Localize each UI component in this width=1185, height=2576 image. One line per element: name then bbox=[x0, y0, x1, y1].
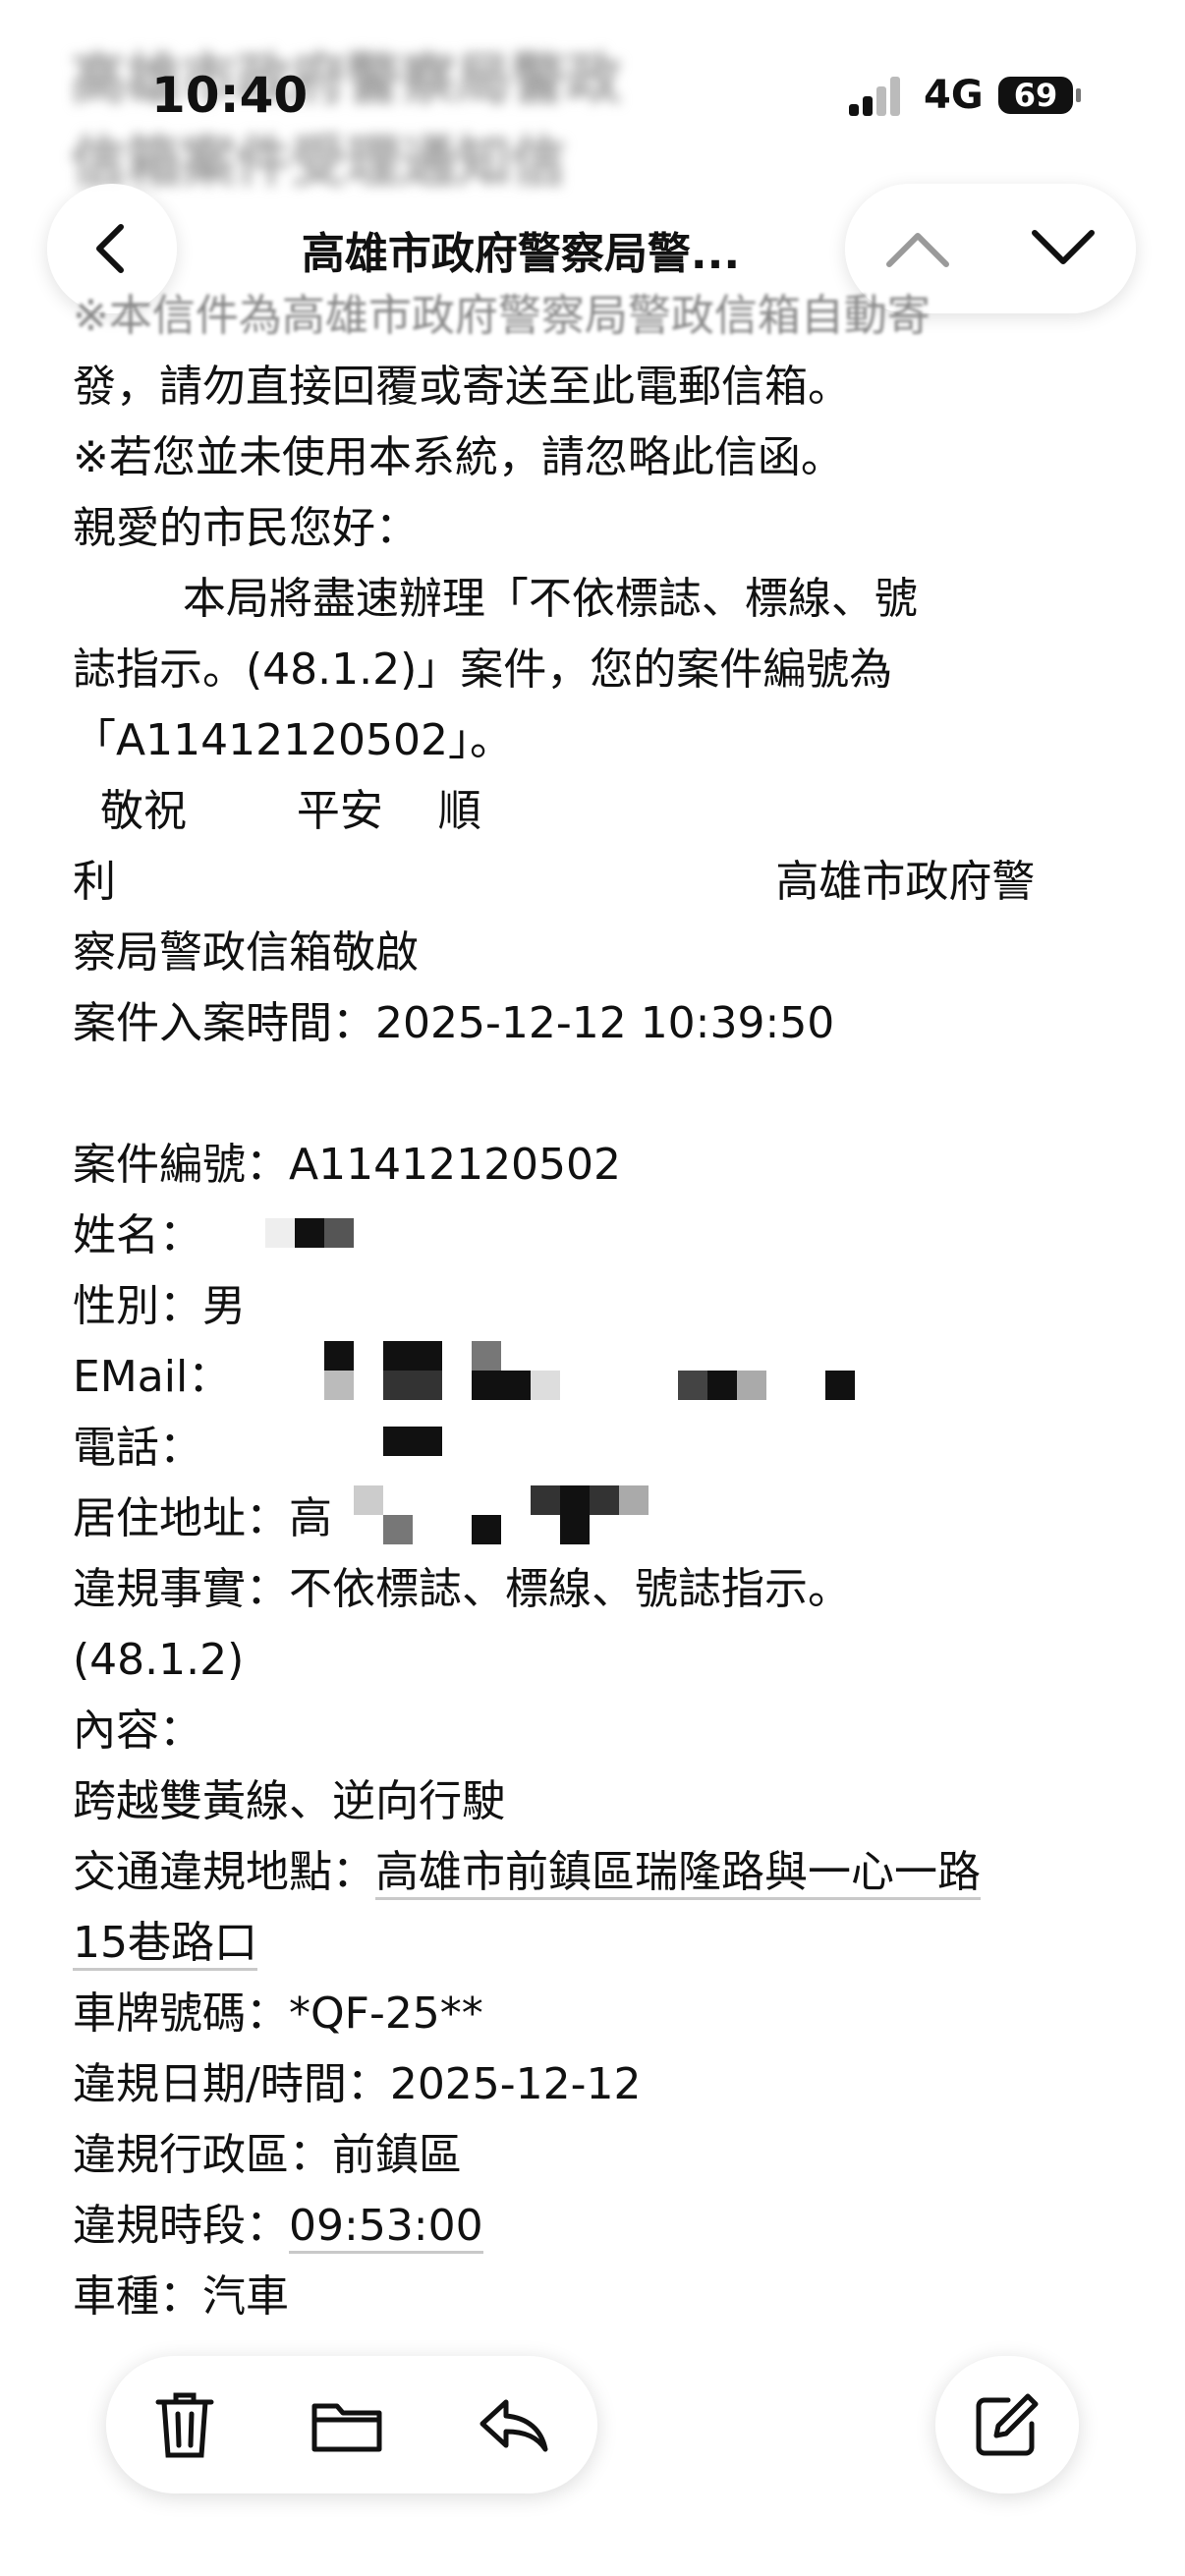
next-message-button[interactable] bbox=[1029, 227, 1098, 270]
email-line: 性別：男 bbox=[73, 1281, 246, 1331]
email-line: 利 高雄市政府警 bbox=[73, 857, 1036, 907]
email-line: 違規行政區：前鎮區 bbox=[73, 2130, 462, 2180]
message-title: 高雄市政府警察局警... bbox=[301, 229, 741, 279]
email-line: 發，請勿直接回覆或寄送至此電郵信箱。 bbox=[73, 362, 851, 412]
network-type: 4G bbox=[924, 73, 984, 118]
blurred-subject-line-2: 信箱案件受理通知信 bbox=[71, 131, 566, 195]
email-line: (48.1.2) bbox=[73, 1635, 245, 1685]
email-line: 違規事實：不依標誌、標線、號誌指示。 bbox=[73, 1564, 851, 1614]
chevron-up-icon bbox=[886, 233, 949, 267]
email-line bbox=[73, 1059, 1134, 1130]
location-line: 交通違規地點：高雄市前鎮區瑞隆路與一心一路 bbox=[73, 1837, 1134, 1908]
signal-icon bbox=[849, 77, 904, 116]
email-line: 內容： bbox=[73, 1706, 202, 1756]
location-link[interactable]: 高雄市前鎮區瑞隆路與一心一路 bbox=[375, 1847, 981, 1900]
bottom-toolbar bbox=[106, 2356, 597, 2493]
email-line: 親愛的市民您好： bbox=[73, 503, 419, 553]
battery-icon: 69 bbox=[998, 77, 1081, 114]
location-label: 交通違規地點： bbox=[73, 1847, 375, 1897]
location-line-2: 15巷路口 bbox=[73, 1908, 1134, 1979]
location-link-continued[interactable]: 15巷路口 bbox=[73, 1918, 257, 1971]
email-line: 案件入案時間：2025-12-12 10:39:50 bbox=[73, 998, 835, 1048]
email-line: EMail： bbox=[73, 1352, 232, 1402]
email-line: 案件編號：A11412120502 bbox=[73, 1140, 622, 1190]
email-line: 本局將盡速辦理「不依標誌、標線、號 bbox=[73, 574, 918, 624]
folder-icon bbox=[311, 2403, 382, 2452]
email-line: 車種：汽車 bbox=[73, 2271, 289, 2322]
email-line: 「A11412120502」。 bbox=[73, 715, 514, 765]
reply-button[interactable] bbox=[477, 2394, 551, 2455]
email-line: ※若您並未使用本系統，請忽略此信函。 bbox=[73, 432, 844, 482]
email-line: 電話： bbox=[73, 1423, 202, 1473]
status-bar: 高雄市政府警察局警政 信箱案件受理通知信 10:40 4G 69 bbox=[0, 0, 1185, 195]
clock: 10:40 bbox=[151, 67, 309, 124]
compose-icon bbox=[976, 2393, 1039, 2456]
chevron-left-icon bbox=[96, 224, 124, 273]
email-line: 違規日期/時間：2025-12-12 bbox=[73, 2059, 642, 2109]
email-line: 跨越雙黃線、逆向行駛 bbox=[73, 1776, 505, 1826]
email-body: ※本信件為高雄市政府警察局警政信箱自動寄 發，請勿直接回覆或寄送至此電郵信箱。 … bbox=[73, 281, 1134, 2332]
email-line: ※本信件為高雄市政府警察局警政信箱自動寄 bbox=[73, 291, 931, 341]
email-line: 車牌號碼：*QF-25** bbox=[73, 1988, 483, 2039]
period-label: 違規時段： bbox=[73, 2201, 289, 2251]
email-line: 誌指示。(48.1.2)」案件，您的案件編號為 bbox=[73, 644, 893, 695]
move-to-folder-button[interactable] bbox=[310, 2394, 384, 2455]
period-time-link[interactable]: 09:53:00 bbox=[289, 2201, 483, 2254]
previous-message-button[interactable] bbox=[883, 227, 952, 270]
email-line: 姓名： bbox=[73, 1210, 202, 1260]
compose-button[interactable] bbox=[935, 2356, 1079, 2493]
period-line: 違規時段：09:53:00 bbox=[73, 2191, 1134, 2262]
chevron-down-icon bbox=[1032, 230, 1095, 264]
reply-icon bbox=[480, 2399, 548, 2452]
trash-icon bbox=[155, 2392, 214, 2458]
email-line: 敬祝 平安 順 bbox=[73, 786, 481, 836]
email-line: 察局警政信箱敬啟 bbox=[73, 927, 419, 978]
delete-button[interactable] bbox=[152, 2388, 217, 2461]
